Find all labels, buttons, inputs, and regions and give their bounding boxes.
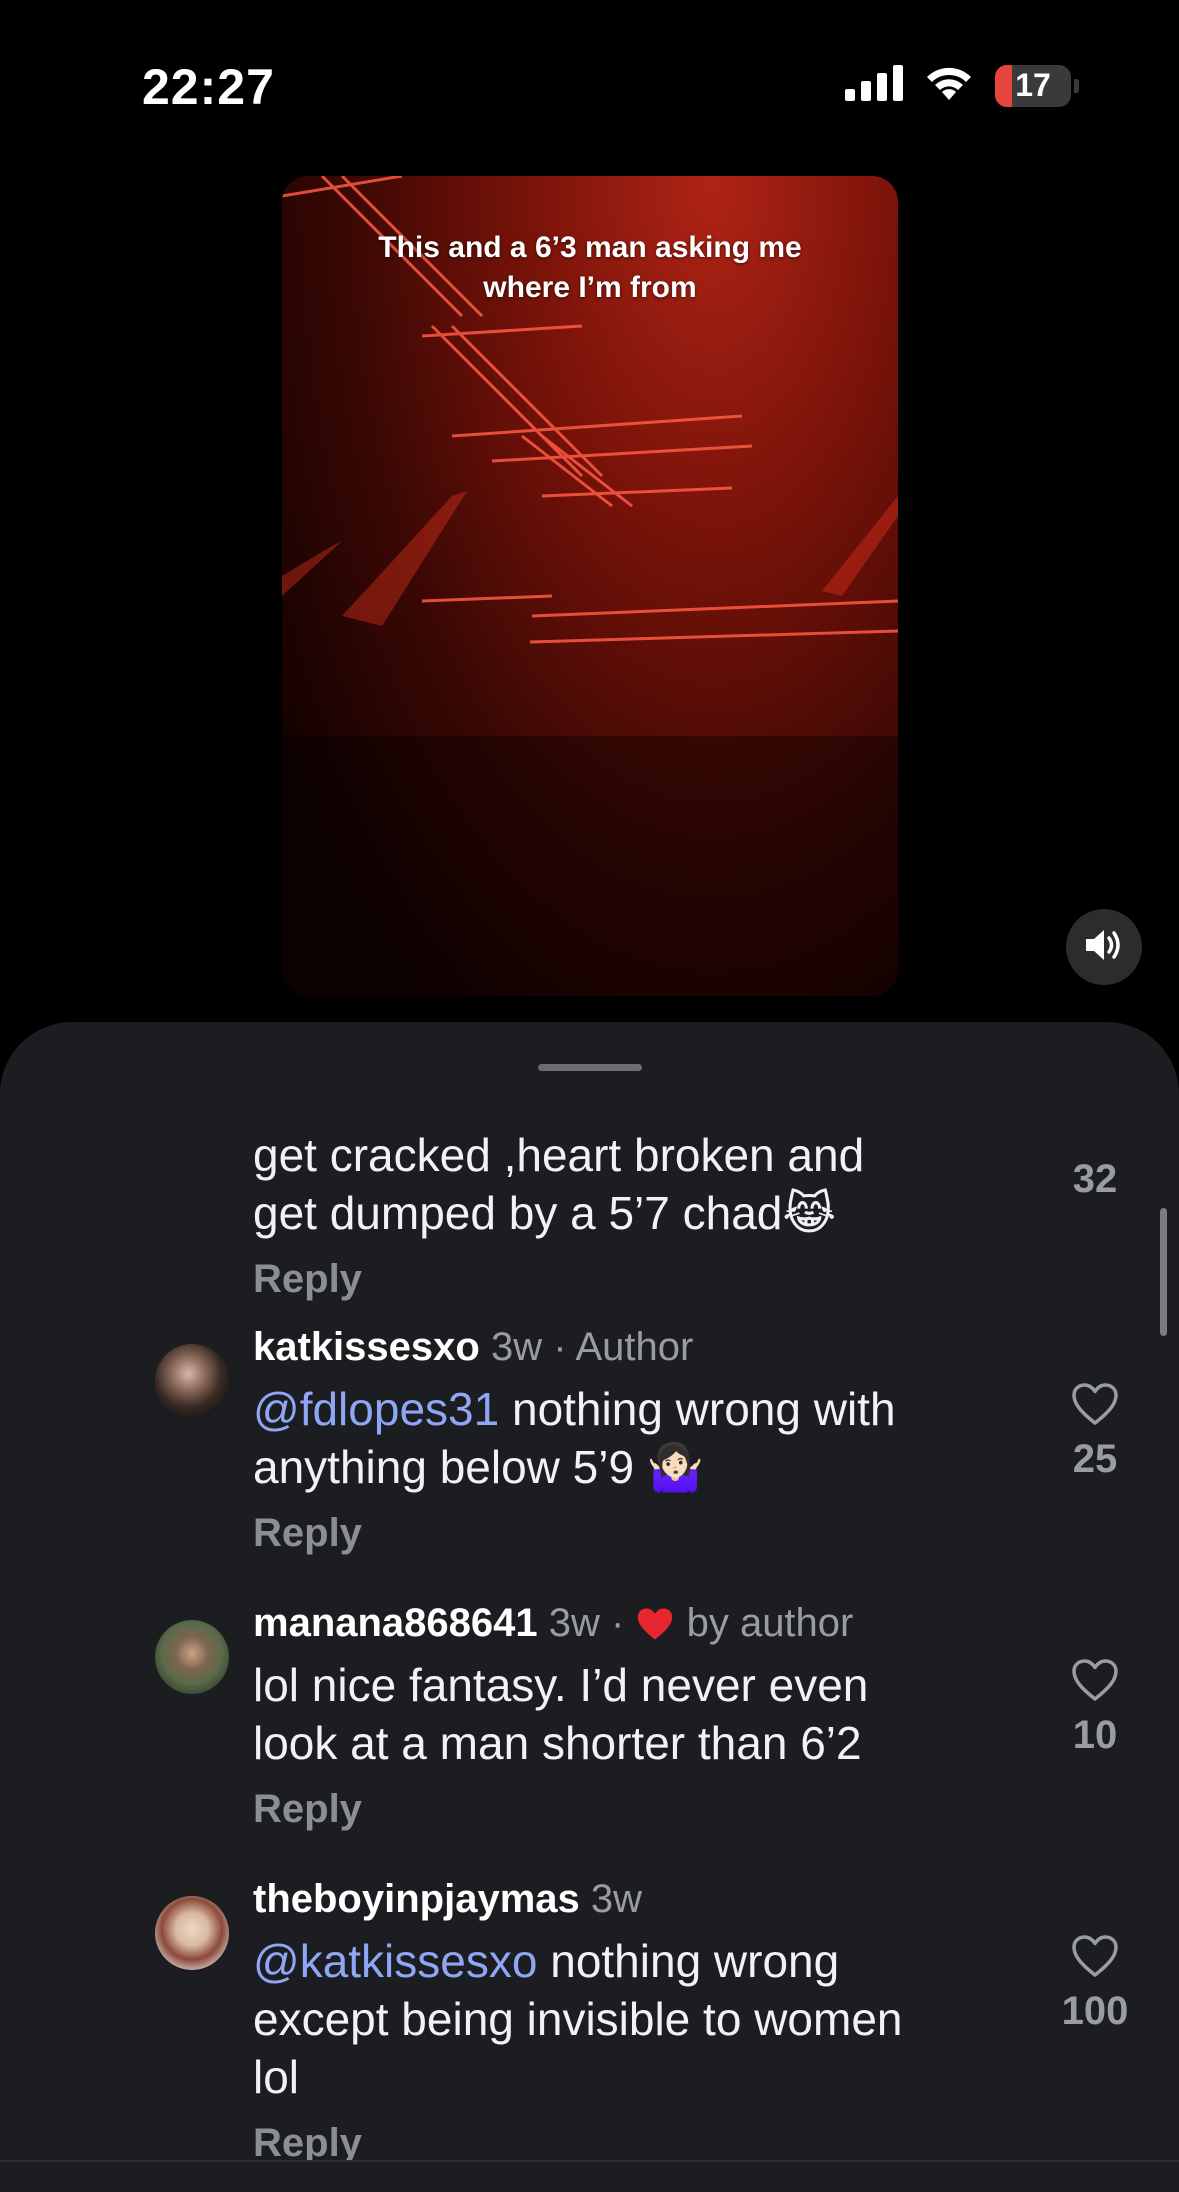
comment-content: get cracked ,heart broken and get dumped… xyxy=(253,1126,1013,1304)
video-player[interactable]: This and a 6’3 man asking me where I’m f… xyxy=(282,176,898,996)
avatar[interactable] xyxy=(155,1344,229,1418)
status-icons: 17 xyxy=(845,64,1079,107)
heart-outline-icon[interactable] xyxy=(1071,1382,1119,1426)
comment-body: get cracked ,heart broken and get dumped… xyxy=(253,1129,865,1239)
emoji: 🤷🏻‍♀️ xyxy=(646,1441,705,1493)
like-count: 100 xyxy=(1061,1989,1129,2033)
heart-outline-icon[interactable] xyxy=(1071,1934,1119,1978)
liked-by-author-label: by author xyxy=(675,1601,854,1645)
username[interactable]: katkissesxo xyxy=(253,1325,480,1369)
avatar[interactable] xyxy=(155,1620,229,1694)
comment-meta: theboyinpjaymas 3w xyxy=(253,1874,1013,1924)
avatar[interactable] xyxy=(155,1896,229,1970)
mention-link[interactable]: @katkissesxo xyxy=(253,1935,537,1987)
reply-button[interactable]: Reply xyxy=(253,1784,1013,1834)
like-column: 32 xyxy=(1040,1154,1150,1204)
status-time: 22:27 xyxy=(142,59,275,115)
wifi-icon xyxy=(923,64,975,107)
like-count: 10 xyxy=(1072,1713,1118,1757)
comment-content: katkissesxo 3w · Author @fdlopes31 nothi… xyxy=(253,1322,1013,1558)
author-tag: Author xyxy=(575,1325,694,1369)
username[interactable]: manana868641 xyxy=(253,1601,538,1645)
comment-meta: katkissesxo 3w · Author xyxy=(253,1325,694,1369)
battery-icon: 17 xyxy=(995,64,1079,107)
comment-meta: manana868641 3w · by author xyxy=(253,1601,854,1645)
emoji: 😹 xyxy=(782,1187,837,1239)
caption-line-2: where I’m from xyxy=(483,271,697,304)
speaker-muted-icon xyxy=(1084,927,1124,968)
battery-level: 17 xyxy=(1015,67,1051,103)
signal-icon xyxy=(845,65,903,106)
mention-link[interactable]: @fdlopes31 xyxy=(253,1383,499,1435)
reply-button[interactable]: Reply xyxy=(253,1254,1013,1304)
like-column: 25 xyxy=(1040,1382,1150,1484)
comment-time: 3w xyxy=(490,1325,543,1369)
scrollbar[interactable] xyxy=(1160,1208,1167,1336)
like-count: 25 xyxy=(1072,1437,1118,1481)
like-column: 10 xyxy=(1040,1658,1150,1760)
like-column: 100 xyxy=(1040,1934,1150,2036)
comment-body: @fdlopes31 nothing wrong with anything b… xyxy=(253,1383,896,1493)
heart-outline-icon[interactable] xyxy=(1071,1658,1119,1702)
username[interactable]: theboyinpjaymas xyxy=(253,1877,580,1921)
comment-time: 3w xyxy=(590,1877,643,1921)
bottom-input-bar-edge xyxy=(0,2160,1179,2192)
comment-time: 3w xyxy=(548,1601,600,1645)
video-caption: This and a 6’3 man asking me where I’m f… xyxy=(282,228,898,308)
comments-sheet[interactable]: get cracked ,heart broken and get dumped… xyxy=(0,1022,1179,2192)
comment-content: theboyinpjaymas 3w @katkissesxo nothing … xyxy=(253,1874,1013,2168)
comment-content: manana868641 3w · by author lol nice fan… xyxy=(253,1598,1013,1834)
comment-body: @katkissesxo nothing wrong except being … xyxy=(253,1935,903,2103)
reply-button[interactable]: Reply xyxy=(253,1508,1013,1558)
mute-button[interactable] xyxy=(1066,909,1142,985)
sheet-grabber[interactable] xyxy=(538,1064,642,1071)
comment-body: lol nice fantasy. I’d never even look at… xyxy=(253,1659,869,1769)
like-count: 32 xyxy=(1072,1157,1118,1201)
heart-filled-icon xyxy=(635,1601,675,1645)
status-bar: 22:27 17 xyxy=(0,0,1179,170)
caption-line-1: This and a 6’3 man asking me xyxy=(378,231,802,264)
